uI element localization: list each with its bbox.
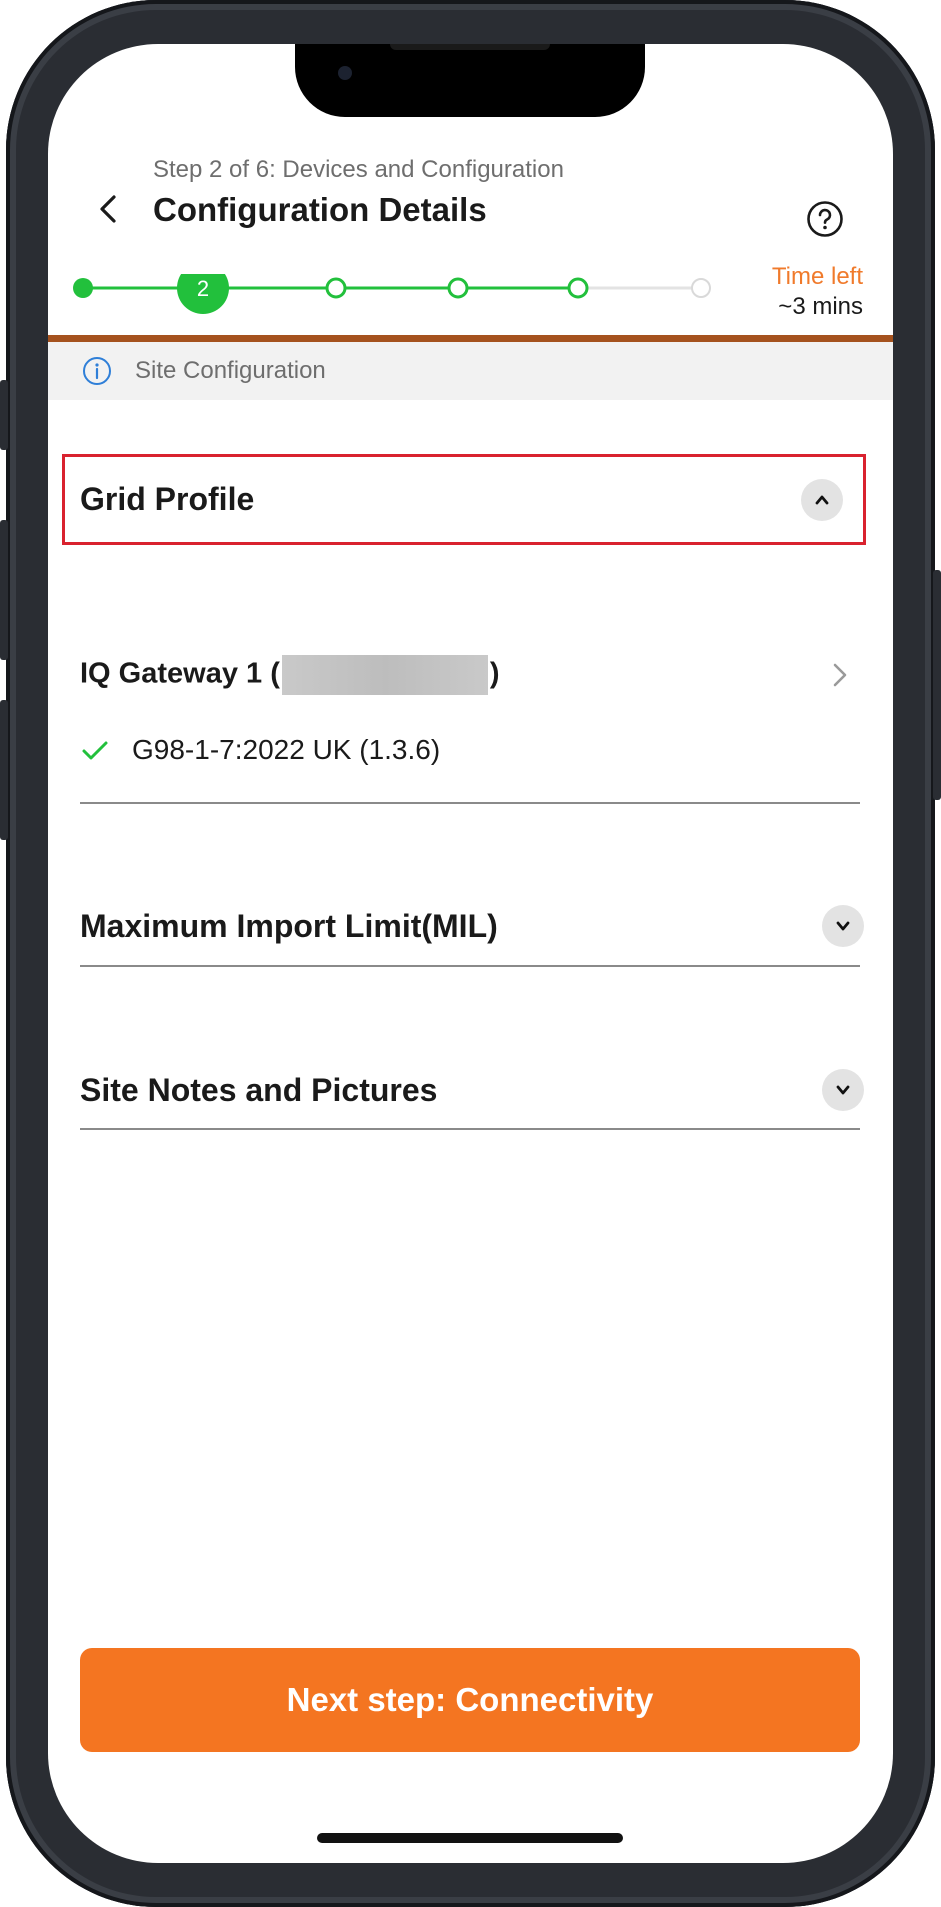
grid-profile-header[interactable]: Grid Profile <box>62 454 866 545</box>
chevron-down-icon <box>836 921 850 931</box>
divider <box>80 965 860 967</box>
camera-icon <box>338 66 352 80</box>
next-step-button[interactable]: Next step: Connectivity <box>80 1648 860 1752</box>
question-circle-icon[interactable] <box>806 200 844 238</box>
header-divider <box>48 335 893 342</box>
time-left-label: Time left <box>771 263 863 290</box>
step-dot-5 <box>567 277 589 299</box>
site-notes-title: Site Notes and Pictures <box>80 1071 438 1108</box>
time-left: Time left ~3 mins <box>772 262 863 322</box>
notch <box>295 44 645 117</box>
step-dot-2-label: 2 <box>197 276 209 301</box>
chevron-left-icon[interactable] <box>90 189 130 229</box>
expand-button[interactable] <box>822 905 864 947</box>
phone-screen: Step 2 of 6: Devices and Configuration C… <box>48 44 893 1863</box>
step-dot-3 <box>325 277 347 299</box>
grid-profile-title: Grid Profile <box>80 481 255 517</box>
chevron-right-icon <box>833 663 847 687</box>
info-circle-icon <box>83 357 111 385</box>
side-button-volume-up <box>0 520 8 660</box>
info-banner-text: Site Configuration <box>135 357 326 384</box>
grid-profile-value-row: G98-1-7:2022 UK (1.3.6) <box>80 734 440 766</box>
home-indicator <box>317 1833 623 1843</box>
side-button-volume-down <box>0 700 8 840</box>
iq-gateway-row[interactable]: IQ Gateway 1 () <box>80 647 870 703</box>
side-button-silent <box>0 380 8 450</box>
site-notes-header[interactable]: Site Notes and Pictures <box>80 1060 866 1120</box>
time-left-value: ~3 mins <box>778 293 863 320</box>
step-label: Step 2 of 6: Devices and Configuration <box>153 156 564 183</box>
step-dot-1 <box>73 278 93 298</box>
step-dot-6 <box>691 278 711 298</box>
step-progress-bar: 2 <box>73 274 711 314</box>
gateway-label: IQ Gateway 1 () <box>80 655 500 695</box>
chevron-down-icon <box>836 1085 850 1095</box>
mil-header[interactable]: Maximum Import Limit(MIL) <box>80 896 866 956</box>
expand-button[interactable] <box>822 1069 864 1111</box>
mil-title: Maximum Import Limit(MIL) <box>80 907 498 944</box>
page-title: Configuration Details <box>153 191 487 228</box>
grid-profile-value: G98-1-7:2022 UK (1.3.6) <box>132 734 441 765</box>
info-banner: Site Configuration <box>48 342 893 400</box>
check-icon <box>82 741 108 760</box>
divider <box>80 1128 860 1130</box>
collapse-button[interactable] <box>801 478 843 521</box>
divider <box>80 802 860 804</box>
chevron-up-icon <box>815 495 829 504</box>
redacted-serial <box>281 655 488 695</box>
step-dot-4 <box>447 277 469 299</box>
side-button-power <box>933 570 941 800</box>
